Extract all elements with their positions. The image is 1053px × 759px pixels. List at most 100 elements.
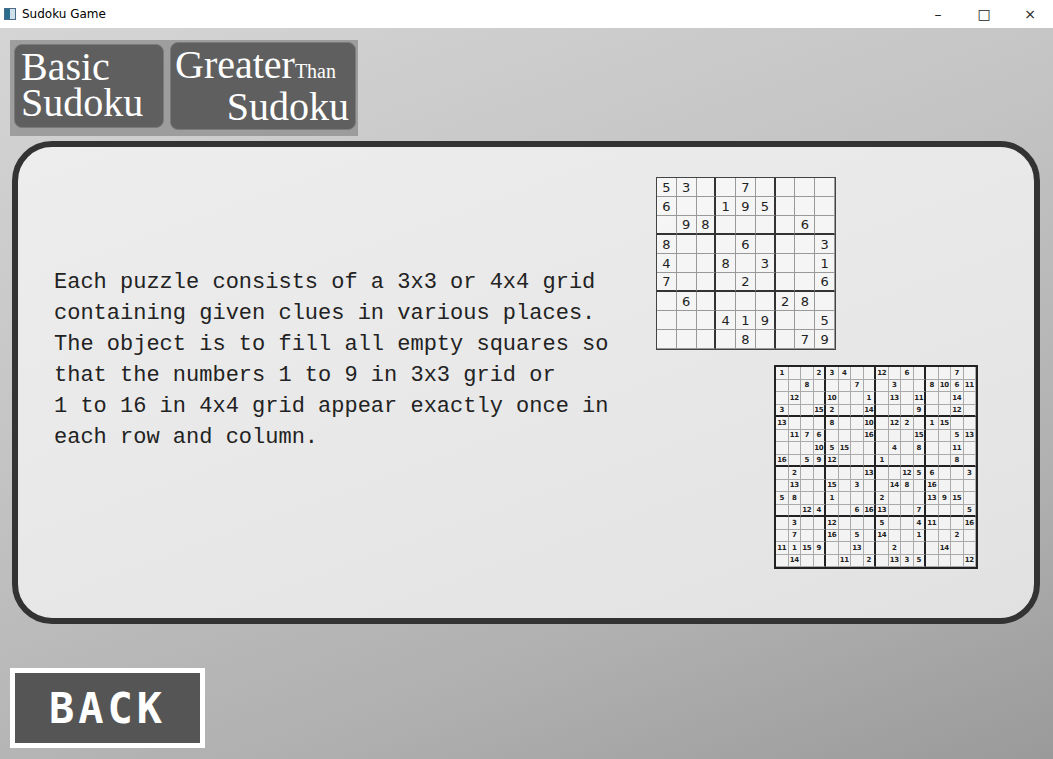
grid-cell [814,530,827,543]
grid-cell [795,273,815,292]
window-controls: –□× [915,0,1053,28]
grid-cell: 3 [756,254,776,273]
grid-cell: 8 [716,254,736,273]
grid-cell [814,467,827,480]
grid-cell [939,505,952,518]
grid-cell: 6 [657,197,677,216]
grid-cell: 16 [926,480,939,493]
grid-cell: 5 [851,530,864,543]
back-button[interactable]: BACK [10,668,205,748]
grid-cell: 3 [964,467,977,480]
grid-cell [756,330,776,349]
grid-cell [951,517,964,530]
grid-cell: 13 [889,555,902,568]
grid-cell: 14 [864,405,877,418]
grid-cell [851,455,864,468]
grid-cell: 1 [826,492,839,505]
grid-cell: 15 [801,542,814,555]
grid-cell [716,216,736,235]
grid-cell [801,467,814,480]
grid-cell [677,330,697,349]
grid-cell: 9 [814,455,827,468]
grid-cell [756,235,776,254]
grid-cell: 2 [776,292,796,311]
grid-cell [801,492,814,505]
game-area: Basic SudokuGreaterThan Sudoku Each puzz… [0,28,1053,759]
grid-cell [776,330,796,349]
grid-cell [964,405,977,418]
grid-cell: 13 [926,492,939,505]
grid-cell [901,380,914,393]
grid-cell [756,216,776,235]
grid-cell: 12 [801,505,814,518]
grid-cell: 12 [951,405,964,418]
grid-cell: 5 [756,197,776,216]
grid-cell: 9 [814,542,827,555]
app-icon [4,8,16,20]
window-control[interactable]: × [1007,0,1053,28]
grid-cell: 1 [926,417,939,430]
grid-cell [851,442,864,455]
grid-cell [795,311,815,330]
grid-cell [964,542,977,555]
grid-cell [789,405,802,418]
instructions-line: 1 to 16 in 4x4 grid appear exactly once … [54,391,656,422]
grid-cell: 3 [851,480,864,493]
grid-cell [677,311,697,330]
grid-cell [677,235,697,254]
grid-cell [889,467,902,480]
grid-cell [795,197,815,216]
grid-cell [889,530,902,543]
grid-cell: 10 [939,380,952,393]
grid-cell [926,430,939,443]
window-control[interactable]: □ [961,0,1007,28]
grid-cell: 3 [789,517,802,530]
mode-tab-frame: Basic Sudoku [12,42,164,136]
instructions-text: Each puzzle consists of a 3x3 or 4x4 gri… [54,267,656,618]
mode-tab[interactable]: Basic Sudoku [14,44,164,128]
grid-cell: 9 [756,311,776,330]
sudoku-grid: 537619598686348317266284195879 [656,177,836,350]
grid-cell: 5 [951,430,964,443]
grid-cell: 13 [851,542,864,555]
title-bar: Sudoku Game –□× [0,0,1053,28]
grid-cell [814,392,827,405]
grid-cell [776,235,796,254]
grid-cell [864,455,877,468]
grid-cell [901,405,914,418]
grid-cell: 1 [914,530,927,543]
grid-cell: 9 [939,492,952,505]
grid-cell [839,467,852,480]
grid-cell [736,292,756,311]
grid-cell [851,392,864,405]
grid-cell [914,492,927,505]
grid-cell [889,430,902,443]
grid-cell [851,492,864,505]
grid-cell [789,367,802,380]
grid-cell: 5 [776,492,789,505]
grid-cell: 4 [914,517,927,530]
grid-cell [839,517,852,530]
grid-cell [756,273,776,292]
grid-cell [776,442,789,455]
grid-cell: 12 [901,467,914,480]
window-control[interactable]: – [915,0,961,28]
grid-cell: 16 [964,517,977,530]
grid-cell: 11 [789,430,802,443]
grid-cell [814,492,827,505]
grid-cell [864,517,877,530]
grid-cell [876,392,889,405]
grid-cell: 12 [876,367,889,380]
grid-cell: 3 [901,555,914,568]
grid-cell: 14 [951,392,964,405]
grid-cell: 2 [826,405,839,418]
grid-cell [964,367,977,380]
grid-cell: 15 [951,492,964,505]
grid-cell [815,216,835,235]
grid-cell [939,517,952,530]
grid-cell: 5 [801,455,814,468]
mode-tab[interactable]: GreaterThan Sudoku [170,42,356,130]
grid-cell [839,430,852,443]
grid-cell: 12 [789,392,802,405]
grid-cell: 10 [864,417,877,430]
